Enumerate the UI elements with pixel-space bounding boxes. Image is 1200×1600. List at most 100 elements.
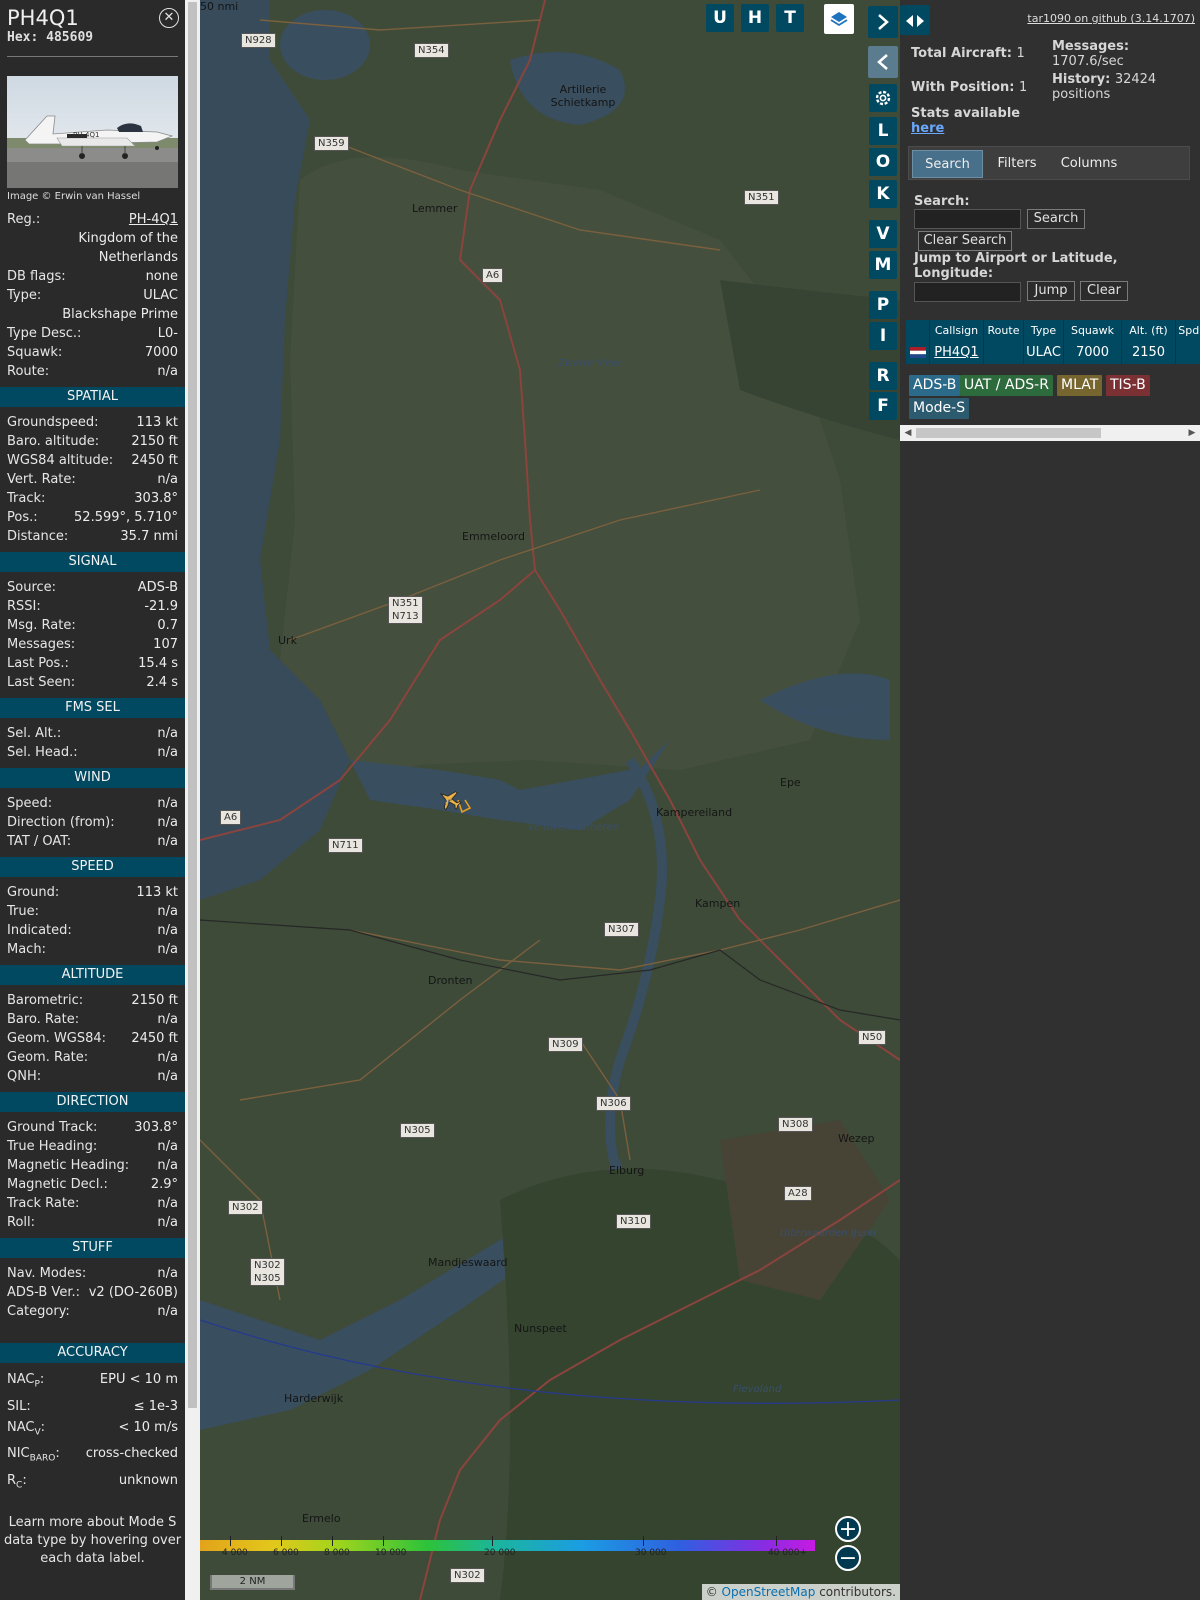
road-shield: N928 (241, 33, 276, 48)
search-input[interactable] (914, 209, 1021, 229)
detail-label: Magnetic Heading: (7, 1158, 130, 1173)
accuracy-row: NACV: < 10 m/s (0, 1417, 185, 1444)
map-button-u[interactable]: U (706, 4, 734, 32)
section-title: ALTITUDE (0, 965, 185, 985)
tab-filters[interactable]: Filters (987, 150, 1047, 178)
detail-row: Ground: 113 kt (0, 883, 185, 902)
layers-icon (830, 11, 848, 26)
clear-jump-button[interactable]: Clear (1080, 281, 1128, 301)
collapse-sidebar-button[interactable] (868, 46, 898, 78)
map-button-v[interactable]: V (869, 220, 897, 248)
detail-row: Squawk: 7000 (0, 343, 185, 362)
detail-value: ULAC (143, 288, 178, 303)
map-button-o[interactable]: O (869, 148, 897, 176)
scrollbar-thumb[interactable] (188, 2, 197, 1408)
detail-row: Type: ULAC (0, 286, 185, 305)
column-header[interactable]: Spd. (1176, 320, 1200, 342)
photo-credit: Image © Erwin van Hassel (7, 191, 141, 202)
map-button-r[interactable]: R (869, 362, 897, 390)
detail-row: Category: n/a (0, 1302, 185, 1321)
detail-row: Distance: 35.7 nmi (0, 527, 185, 546)
settings-button[interactable] (869, 84, 897, 112)
accuracy-section: ACCURACY NACP: EPU < 10 m SIL: ≤ 1e-3 NACV: <… (0, 1343, 185, 1568)
zoom-in-button[interactable]: + (835, 1516, 861, 1542)
detail-label: Reg.: (7, 212, 41, 227)
detail-value: none (145, 269, 178, 284)
aircraft-photo[interactable]: PH-4Q1 (7, 76, 178, 188)
detail-label: Barometric: (7, 993, 84, 1008)
detail-value: v2 (DO-260B) (88, 1285, 178, 1300)
detail-label: Mach: (7, 942, 46, 957)
scroll-left-icon[interactable]: ◀ (900, 425, 916, 441)
osm-link[interactable]: OpenStreetMap (722, 1585, 816, 1599)
column-header[interactable]: Alt. (ft) (1122, 320, 1176, 342)
map-button-t[interactable]: T (776, 4, 804, 32)
map-view[interactable]: Lemmer Emmeloord Urk Ketelmeer Kampereiland K… (200, 0, 900, 1600)
table-cell (1176, 342, 1200, 364)
detail-value: n/a (157, 472, 178, 487)
tab-columns[interactable]: Columns (1051, 150, 1127, 178)
column-header[interactable]: Route (984, 320, 1024, 342)
column-header[interactable]: Type (1024, 320, 1064, 342)
detail-label: DB flags: (7, 269, 66, 284)
map-button-p[interactable]: P (869, 291, 897, 319)
search-button[interactable]: Search (1027, 209, 1085, 229)
stats-link[interactable]: here (911, 121, 944, 136)
column-header[interactable]: Squawk (1064, 320, 1122, 342)
table-horizontal-scrollbar[interactable]: ◀ ▶ (900, 425, 1200, 441)
messages-label: Messages: (1052, 39, 1130, 54)
map-dim-overlay (200, 0, 900, 1600)
detail-value: Blackshape Prime (62, 307, 178, 322)
detail-value: n/a (157, 364, 178, 379)
detail-value: 15.4 s (138, 656, 178, 671)
map-button-i[interactable]: I (869, 322, 897, 350)
detail-row: Groundspeed: 113 kt (0, 413, 185, 432)
accuracy-label: RC: (7, 1472, 27, 1491)
close-icon[interactable]: ✕ (159, 8, 179, 28)
detail-label: Last Pos.: (7, 656, 69, 671)
detail-label: Groundspeed: (7, 415, 99, 430)
expand-sidebar-button[interactable] (868, 6, 898, 38)
accuracy-label: NACV: (7, 1419, 46, 1438)
accuracy-value: EPU < 10 m (99, 1372, 178, 1387)
callsign-link[interactable]: PH4Q1 (930, 342, 984, 364)
tick-mark (230, 1536, 231, 1546)
github-link[interactable]: tar1090 on github (3.14.1707) (1027, 12, 1195, 25)
layers-button[interactable] (824, 4, 854, 34)
tab-search[interactable]: Search (912, 150, 983, 178)
map-button-f[interactable]: F (869, 392, 897, 420)
map-button-k[interactable]: K (869, 180, 897, 208)
hex-label: Hex: (7, 30, 39, 45)
map-label: Elburg (609, 1164, 645, 1177)
detail-value: 0.7 (157, 618, 178, 633)
clear-search-button[interactable]: Clear Search (918, 231, 1012, 251)
road-shield: A6 (482, 268, 504, 283)
detail-label: ADS-B Ver.: (7, 1285, 80, 1300)
info-panel-scrollbar[interactable] (185, 0, 200, 1600)
detail-label: Sel. Head.: (7, 745, 78, 760)
altitude-tick: 40 000+ (768, 1548, 808, 1558)
map-canvas[interactable] (200, 0, 900, 1600)
column-header[interactable] (906, 320, 930, 342)
source-badge: Mode-S (909, 398, 970, 419)
column-header[interactable]: Callsign (930, 320, 984, 342)
detail-row: Msg. Rate: 0.7 (0, 616, 185, 635)
zoom-out-button[interactable]: − (835, 1545, 861, 1571)
registration-link[interactable]: PH-4Q1 (129, 210, 178, 229)
scrollbar-thumb[interactable] (916, 428, 1101, 438)
map-button-h[interactable]: H (741, 4, 769, 32)
road-shield: N302 (450, 1568, 485, 1583)
detail-row: Baro. Rate: n/a (0, 1010, 185, 1029)
map-label: Artillerie Schietkamp (550, 83, 616, 109)
detail-row: True Heading: n/a (0, 1137, 185, 1156)
scroll-right-icon[interactable]: ▶ (1184, 425, 1200, 441)
jump-input[interactable] (914, 282, 1021, 302)
accuracy-label: NACP: (7, 1372, 45, 1390)
map-button-l[interactable]: L (869, 117, 897, 145)
toggle-sidebar-button[interactable] (900, 5, 930, 35)
jump-button[interactable]: Jump (1027, 281, 1075, 301)
detail-row: Kingdom of the Netherlands (0, 229, 185, 267)
map-button-m[interactable]: M (869, 251, 897, 279)
detail-row: Blackshape Prime (0, 305, 185, 324)
detail-value: n/a (157, 904, 178, 919)
